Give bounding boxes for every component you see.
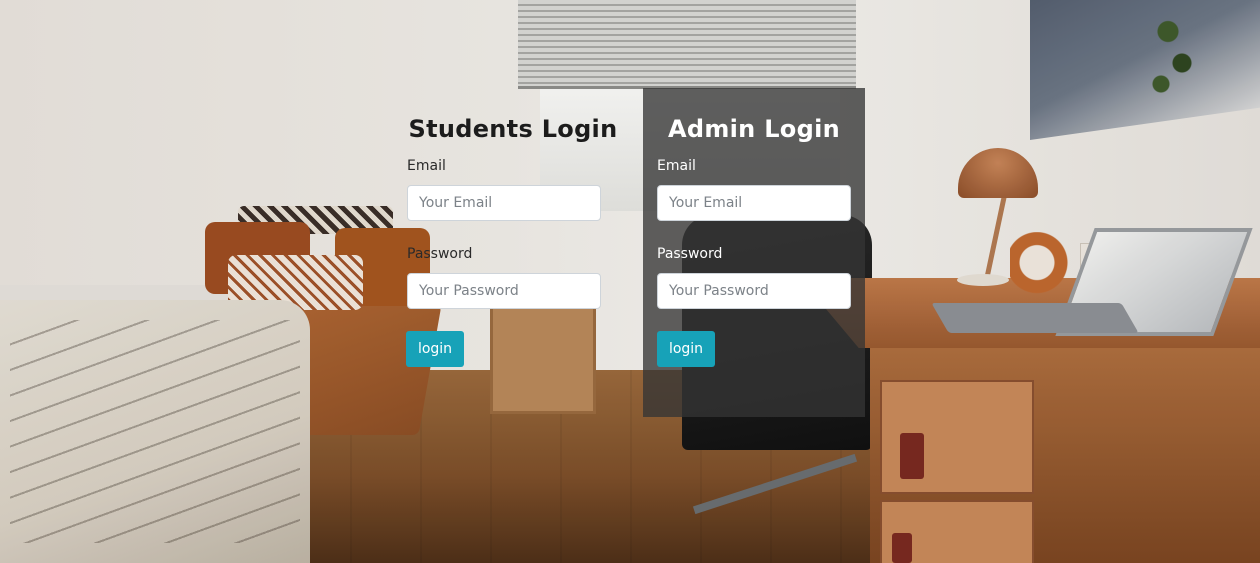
students-login-form: Students Login Email Password login bbox=[404, 88, 626, 417]
students-password-label: Password bbox=[407, 246, 473, 262]
students-password-input[interactable] bbox=[407, 273, 601, 309]
admin-login-button[interactable]: login bbox=[657, 331, 715, 367]
students-email-input[interactable] bbox=[407, 185, 601, 221]
students-email-label: Email bbox=[407, 158, 446, 174]
admin-email-label: Email bbox=[657, 158, 696, 174]
admin-login-form: Admin Login Email Password login bbox=[643, 88, 865, 417]
students-login-button[interactable]: login bbox=[406, 331, 464, 367]
admin-login-title: Admin Login bbox=[667, 115, 840, 143]
background-photo bbox=[0, 0, 1260, 563]
admin-email-input[interactable] bbox=[657, 185, 851, 221]
admin-password-label: Password bbox=[657, 246, 723, 262]
students-login-title: Students Login bbox=[408, 115, 618, 143]
admin-password-input[interactable] bbox=[657, 273, 851, 309]
